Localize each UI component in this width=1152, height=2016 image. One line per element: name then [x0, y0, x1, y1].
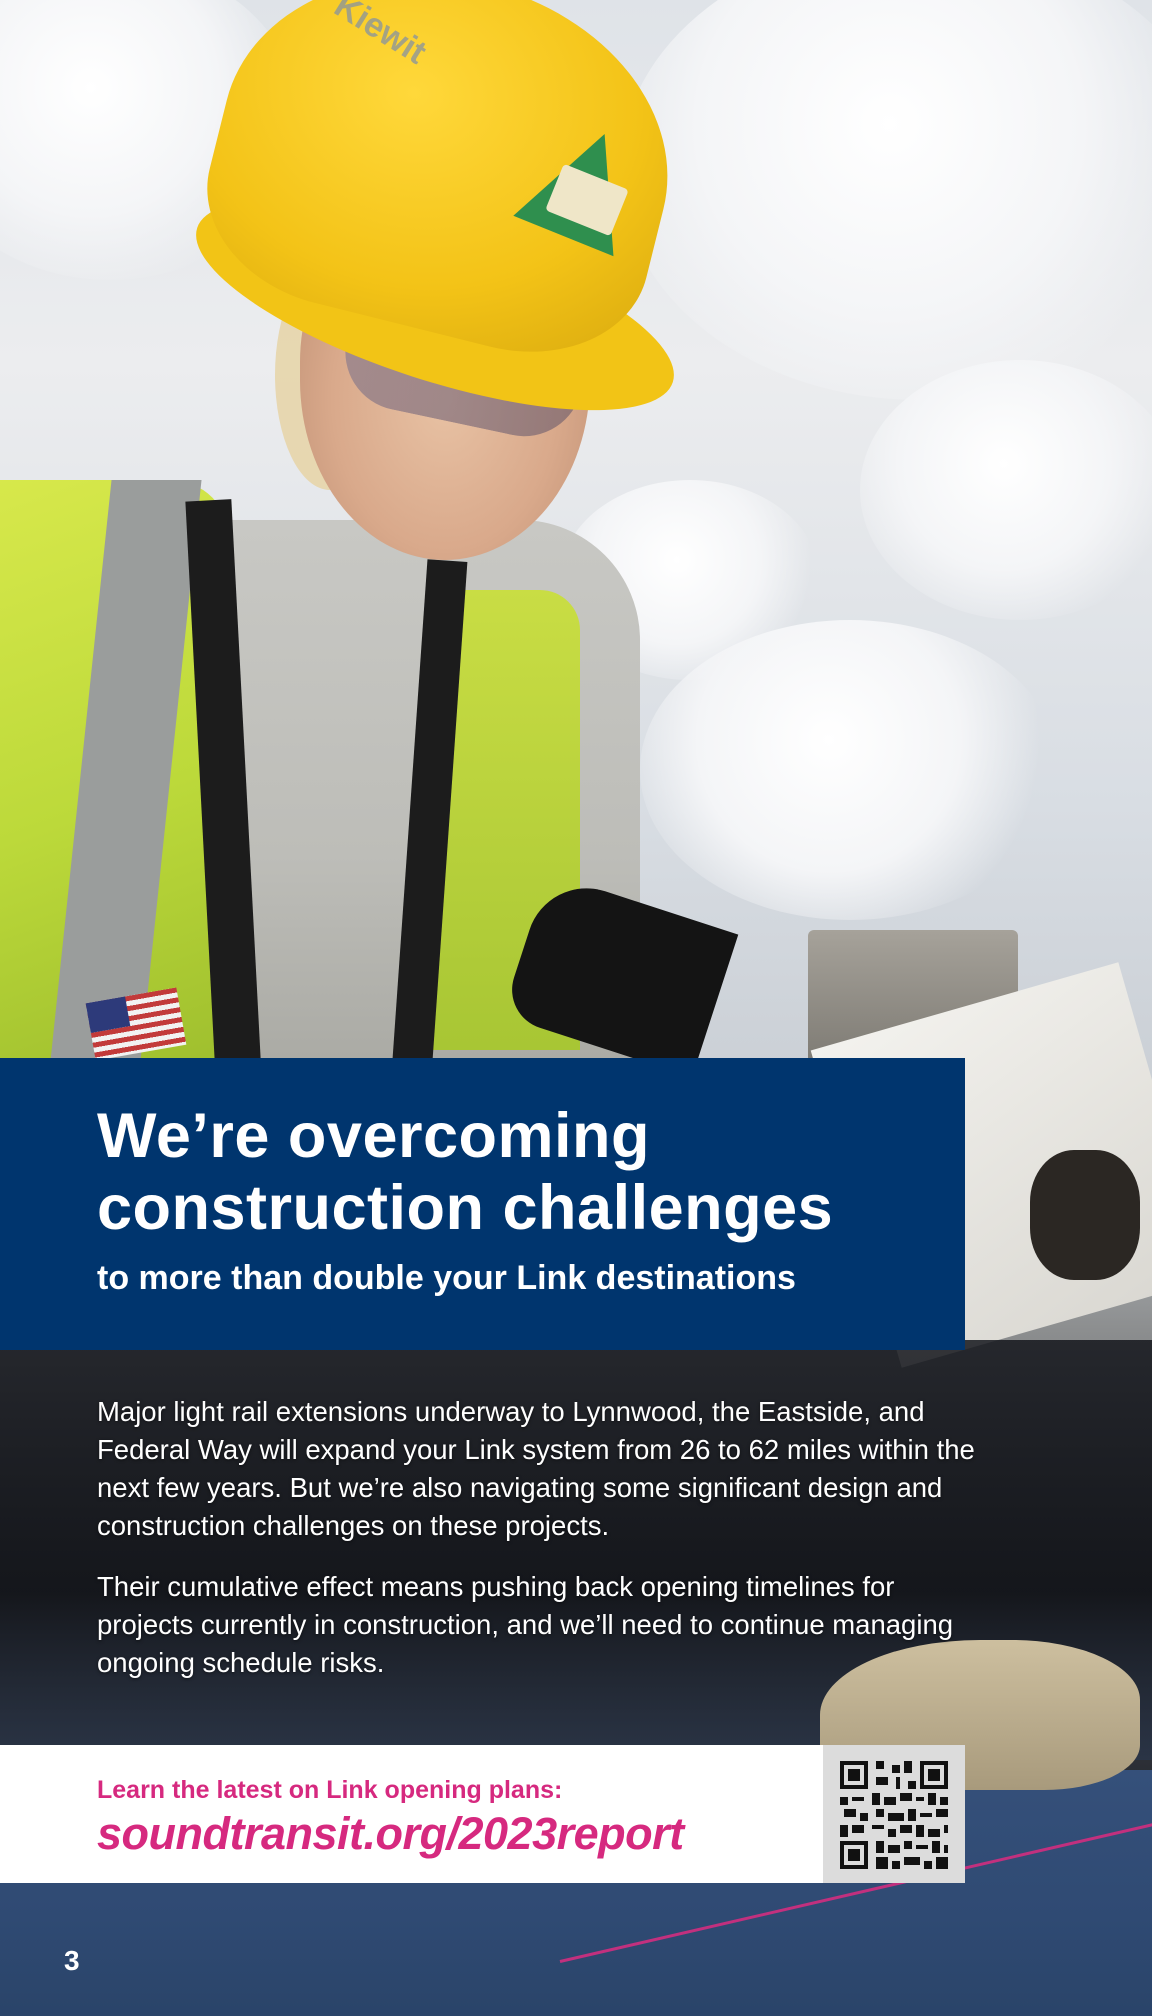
background-photo: Kiewit — [0, 0, 1152, 2016]
cta-url-link[interactable]: soundtransit.org/2023report — [97, 1806, 684, 1862]
work-glove — [1030, 1150, 1140, 1280]
headline-line-2: construction challenges — [97, 1173, 834, 1243]
page-number: 3 — [64, 1945, 80, 1976]
body-paragraph-1: Major light rail extensions underway to … — [97, 1396, 975, 1541]
qr-code-icon[interactable] — [840, 1761, 948, 1869]
headline-line-1: We’re overcoming — [97, 1101, 651, 1171]
cloud — [620, 0, 1152, 400]
page-title: We’re overcoming construction challenges — [97, 1100, 957, 1244]
subheadline: to more than double your Link destinatio… — [97, 1259, 796, 1297]
body-paragraph-2: Their cumulative effect means pushing ba… — [97, 1571, 954, 1678]
cloud — [860, 360, 1152, 620]
cta-label: Learn the latest on Link opening plans: — [97, 1776, 563, 1804]
